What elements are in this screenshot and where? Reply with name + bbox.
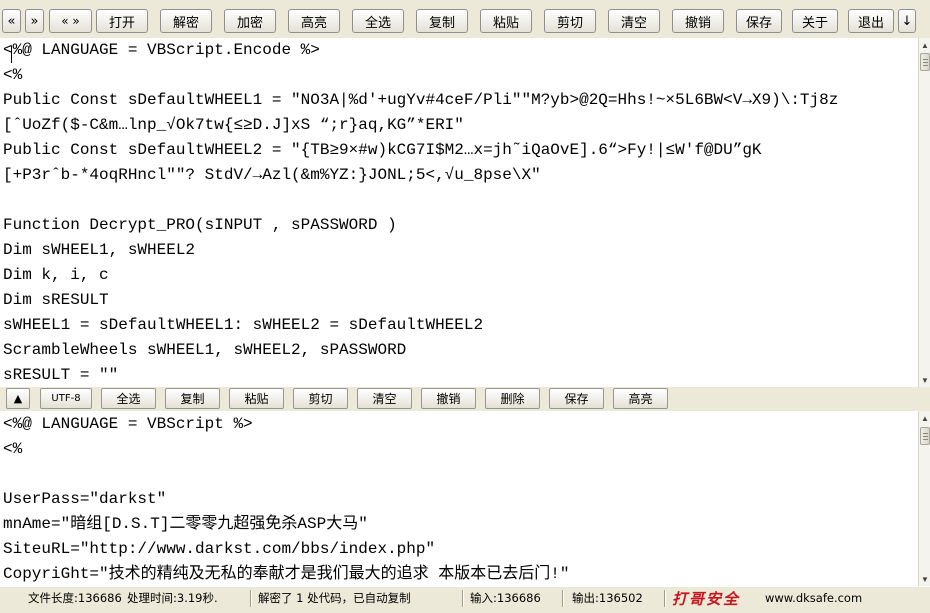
paste-button[interactable]: 粘贴 <box>480 9 532 33</box>
scroll-down-icon[interactable]: ▼ <box>919 373 930 387</box>
code-line: mnAme="暗组[D.S.T]二零零九超强免杀ASP大马" <box>3 515 368 533</box>
code-line: Public Const sDefaultWHEEL2 = "{TB≥9×#w)… <box>3 141 762 159</box>
output-scrollbar[interactable]: ▲ ▼ <box>918 411 930 586</box>
code-line: [+P3rˆb-*4oqRHncl""? StdV/→Azl(&m%YZ:}JO… <box>3 166 541 184</box>
input-count-status: 输入:136686 <box>470 591 541 605</box>
code-line: <% <box>3 66 23 84</box>
select-all-button[interactable]: 全选 <box>352 9 404 33</box>
code-line: Dim sRESULT <box>3 291 109 309</box>
main-toolbar: « » « » 打开 解密 加密 高亮 全选 复制 粘贴 剪切 清空 撤销 保存… <box>0 0 930 38</box>
output-delete-button[interactable]: 删除 <box>485 388 540 409</box>
code-line: SiteuRL="http://www.darkst.com/bbs/index… <box>3 540 436 558</box>
open-button[interactable]: 打开 <box>96 9 148 33</box>
message-status: 解密了 1 处代码，已自动复制 <box>258 591 411 605</box>
file-length-status: 文件长度:136686 <box>28 591 122 605</box>
output-select-all-button[interactable]: 全选 <box>101 388 156 409</box>
output-toolbar: ▲ UTF-8 全选 复制 粘贴 剪切 清空 撤销 删除 保存 高亮 <box>0 387 930 411</box>
about-button[interactable]: 关于 <box>792 9 838 33</box>
code-line: Function Decrypt_PRO(sINPUT , sPASSWORD … <box>3 216 397 234</box>
site-url[interactable]: www.dksafe.com <box>765 589 862 607</box>
source-editor[interactable]: <%@ LANGUAGE = VBScript.Encode %> <% Publi… <box>0 38 918 387</box>
code-line: UserPass="darkst" <box>3 490 167 508</box>
encoding-button[interactable]: UTF-8 <box>40 388 92 409</box>
expand-up-icon[interactable]: ▲ <box>6 388 30 409</box>
highlight-button[interactable]: 高亮 <box>288 9 340 33</box>
output-count-status: 输出:136502 <box>572 591 643 605</box>
clear-button[interactable]: 清空 <box>608 9 660 33</box>
save-button[interactable]: 保存 <box>736 9 782 33</box>
code-line: <% <box>3 440 23 458</box>
undo-button[interactable]: 撤销 <box>672 9 724 33</box>
output-save-button[interactable]: 保存 <box>549 388 604 409</box>
swap-button[interactable]: « » <box>49 9 92 33</box>
code-line: ScrambleWheels sWHEEL1, sWHEEL2, sPASSWO… <box>3 341 407 359</box>
code-line: [ˆUoZf($-C&m…lnp_√Ok7tw{≤≥D.J]xS “;r}aq,… <box>3 116 464 134</box>
output-cut-button[interactable]: 剪切 <box>293 388 348 409</box>
output-copy-button[interactable]: 复制 <box>165 388 220 409</box>
scroll-up-icon[interactable]: ▲ <box>919 411 930 425</box>
output-undo-button[interactable]: 撤销 <box>421 388 476 409</box>
source-scrollbar[interactable]: ▲ ▼ <box>918 38 930 387</box>
brand-logo: 打哥安全 <box>672 589 741 608</box>
next-button[interactable]: » <box>25 9 44 33</box>
code-line: CopyriGht="技术的精纯及无私的奉献才是我们最大的追求 本版本已去后门!… <box>3 565 570 583</box>
encrypt-button[interactable]: 加密 <box>224 9 276 33</box>
output-clear-button[interactable]: 清空 <box>357 388 412 409</box>
prev-button[interactable]: « <box>2 9 21 33</box>
output-highlight-button[interactable]: 高亮 <box>613 388 668 409</box>
down-arrow-button[interactable]: ↓ <box>898 9 916 33</box>
exit-button[interactable]: 退出 <box>848 9 894 33</box>
output-paste-button[interactable]: 粘贴 <box>229 388 284 409</box>
code-line: Dim k, i, c <box>3 266 109 284</box>
process-time-status: 处理时间:3.19秒. <box>127 591 218 605</box>
scroll-thumb[interactable] <box>920 427 930 445</box>
source-code-text[interactable]: <%@ LANGUAGE = VBScript.Encode %> <% Publi… <box>0 38 918 387</box>
code-line: sWHEEL1 = sDefaultWHEEL1: sWHEEL2 = sDef… <box>3 316 484 334</box>
output-code-text[interactable]: <%@ LANGUAGE = VBScript %> <% UserPass="d… <box>0 411 918 586</box>
copy-button[interactable]: 复制 <box>416 9 468 33</box>
scroll-thumb[interactable] <box>920 53 930 71</box>
cut-button[interactable]: 剪切 <box>544 9 596 33</box>
code-line: Public Const sDefaultWHEEL1 = "NO3A|%d'+… <box>3 91 839 109</box>
decrypt-button[interactable]: 解密 <box>160 9 212 33</box>
text-cursor <box>11 46 12 63</box>
code-line: Dim sWHEEL1, sWHEEL2 <box>3 241 196 259</box>
scroll-down-icon[interactable]: ▼ <box>919 572 930 586</box>
code-line: <%@ LANGUAGE = VBScript.Encode %> <box>3 41 320 59</box>
code-line: <%@ LANGUAGE = VBScript %> <box>3 415 253 433</box>
output-editor[interactable]: <%@ LANGUAGE = VBScript %> <% UserPass="d… <box>0 411 918 586</box>
scroll-up-icon[interactable]: ▲ <box>919 38 930 52</box>
status-bar: 文件长度:136686 处理时间:3.19秒. 解密了 1 处代码，已自动复制 … <box>0 586 930 613</box>
code-line: sRESULT = "" <box>3 366 119 384</box>
